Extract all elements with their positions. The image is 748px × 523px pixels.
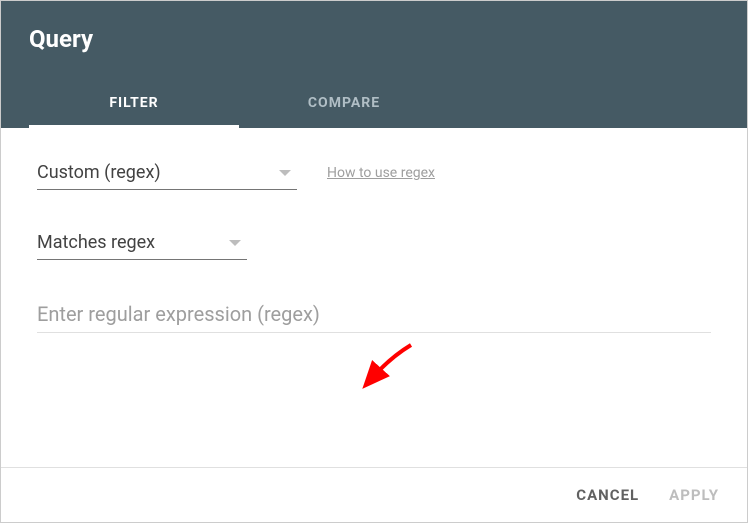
- match-type-value: Matches regex: [37, 232, 155, 253]
- dialog-title: Query: [29, 25, 719, 53]
- regex-input[interactable]: [37, 296, 711, 333]
- dialog-footer: CANCEL APPLY: [1, 467, 747, 522]
- tab-filter-label: FILTER: [109, 95, 158, 111]
- dropdown-icon: [279, 170, 291, 176]
- match-type-select[interactable]: Matches regex: [37, 226, 247, 260]
- filter-type-select[interactable]: Custom (regex): [37, 156, 297, 190]
- regex-input-row: [37, 296, 711, 333]
- filter-type-value: Custom (regex): [37, 162, 161, 183]
- dialog-body: Custom (regex) How to use regex Matches …: [1, 128, 747, 361]
- tab-compare-label: COMPARE: [308, 95, 380, 111]
- apply-button[interactable]: APPLY: [669, 486, 719, 504]
- regex-help-link[interactable]: How to use regex: [327, 165, 435, 181]
- tab-compare[interactable]: COMPARE: [239, 81, 449, 128]
- filter-type-row: Custom (regex) How to use regex: [37, 156, 711, 190]
- cancel-button[interactable]: CANCEL: [576, 486, 639, 504]
- dropdown-icon: [229, 240, 241, 246]
- dialog-header: Query FILTER COMPARE: [1, 1, 747, 128]
- tabs: FILTER COMPARE: [29, 81, 719, 128]
- match-type-row: Matches regex: [37, 226, 711, 260]
- tab-filter[interactable]: FILTER: [29, 81, 239, 128]
